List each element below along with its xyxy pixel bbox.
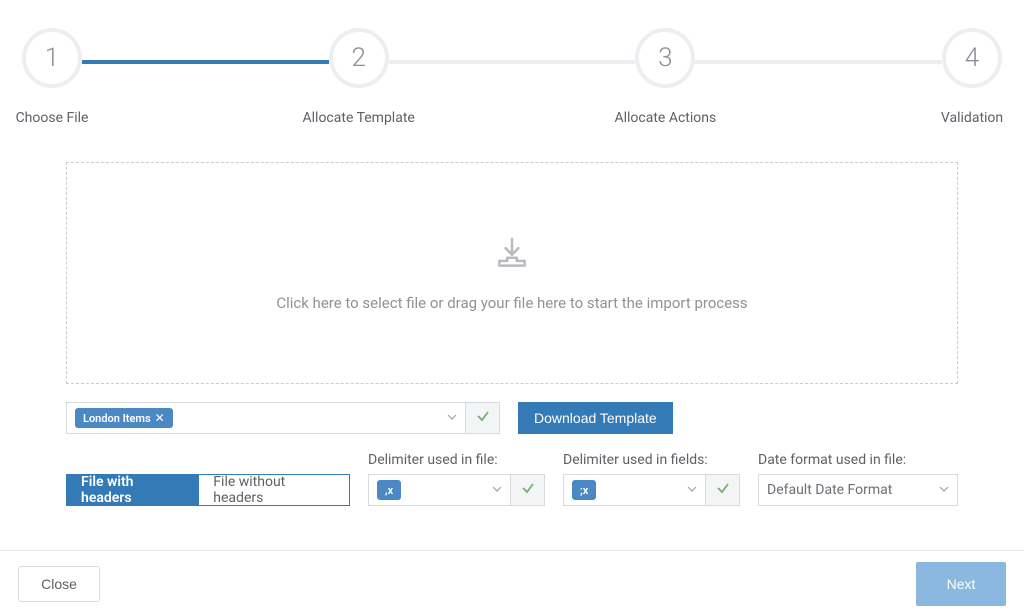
close-button[interactable]: Close (18, 566, 100, 602)
template-chip[interactable]: London Items ✕ (75, 408, 173, 428)
chip-label: London Items (83, 412, 151, 425)
check-icon (521, 481, 535, 499)
wizard-stepper: 1 Choose File 2 Allocate Template 3 Allo… (0, 0, 1024, 126)
step-3[interactable]: 3 Allocate Actions (635, 28, 695, 126)
chip-remove-icon[interactable]: ✕ (155, 411, 165, 425)
step-number: 4 (942, 28, 1002, 88)
step-connector-1 (82, 60, 329, 64)
footer: Close Next (0, 550, 1024, 616)
dropzone-text: Click here to select file or drag your f… (276, 294, 747, 312)
step-label: Validation (941, 110, 1003, 126)
field-delimiter-select[interactable]: ;x (563, 474, 706, 506)
file-without-headers-toggle[interactable]: File without headers (199, 474, 350, 506)
chip-label: ,x (385, 484, 393, 497)
file-delimiter-select[interactable]: ,x (368, 474, 511, 506)
headers-toggle-group: File with headers File without headers (66, 474, 350, 506)
chevron-down-icon (687, 482, 697, 498)
step-number: 3 (635, 28, 695, 88)
field-delimiter-label: Delimiter used in fields: (563, 452, 740, 468)
upload-icon (493, 234, 531, 272)
template-confirm-button[interactable] (466, 402, 500, 434)
file-delimiter-label: Delimiter used in file: (368, 452, 545, 468)
chevron-down-icon (939, 482, 949, 498)
step-connector-2 (389, 60, 636, 64)
file-with-headers-toggle[interactable]: File with headers (66, 474, 199, 506)
chevron-down-icon (447, 410, 457, 426)
date-format-group: Date format used in file: Default Date F… (758, 452, 958, 506)
step-label: Allocate Template (303, 110, 415, 126)
date-format-select[interactable]: Default Date Format (758, 474, 958, 506)
file-delimiter-group: Delimiter used in file: ,x (368, 452, 545, 506)
field-delimiter-confirm-button[interactable] (706, 474, 740, 506)
step-connector-3 (695, 60, 942, 64)
field-delimiter-chip[interactable]: ;x (572, 480, 596, 500)
download-template-button[interactable]: Download Template (518, 402, 673, 434)
chevron-down-icon (492, 482, 502, 498)
field-delimiter-group: Delimiter used in fields: ;x (563, 452, 740, 506)
file-delimiter-confirm-button[interactable] (511, 474, 545, 506)
step-2[interactable]: 2 Allocate Template (329, 28, 389, 126)
step-1[interactable]: 1 Choose File (22, 28, 82, 126)
date-format-selected: Default Date Format (767, 482, 892, 498)
date-format-label: Date format used in file: (758, 452, 958, 468)
step-4[interactable]: 4 Validation (942, 28, 1002, 126)
step-number: 1 (22, 28, 82, 88)
step-label: Allocate Actions (614, 110, 716, 126)
step-number: 2 (329, 28, 389, 88)
check-icon (476, 409, 490, 427)
step-label: Choose File (16, 110, 89, 126)
next-button[interactable]: Next (916, 562, 1006, 606)
file-dropzone[interactable]: Click here to select file or drag your f… (66, 162, 958, 384)
template-select[interactable]: London Items ✕ (66, 402, 466, 434)
template-combo: London Items ✕ (66, 402, 500, 434)
check-icon (716, 481, 730, 499)
file-delimiter-chip[interactable]: ,x (377, 480, 401, 500)
chip-label: ;x (580, 484, 588, 497)
